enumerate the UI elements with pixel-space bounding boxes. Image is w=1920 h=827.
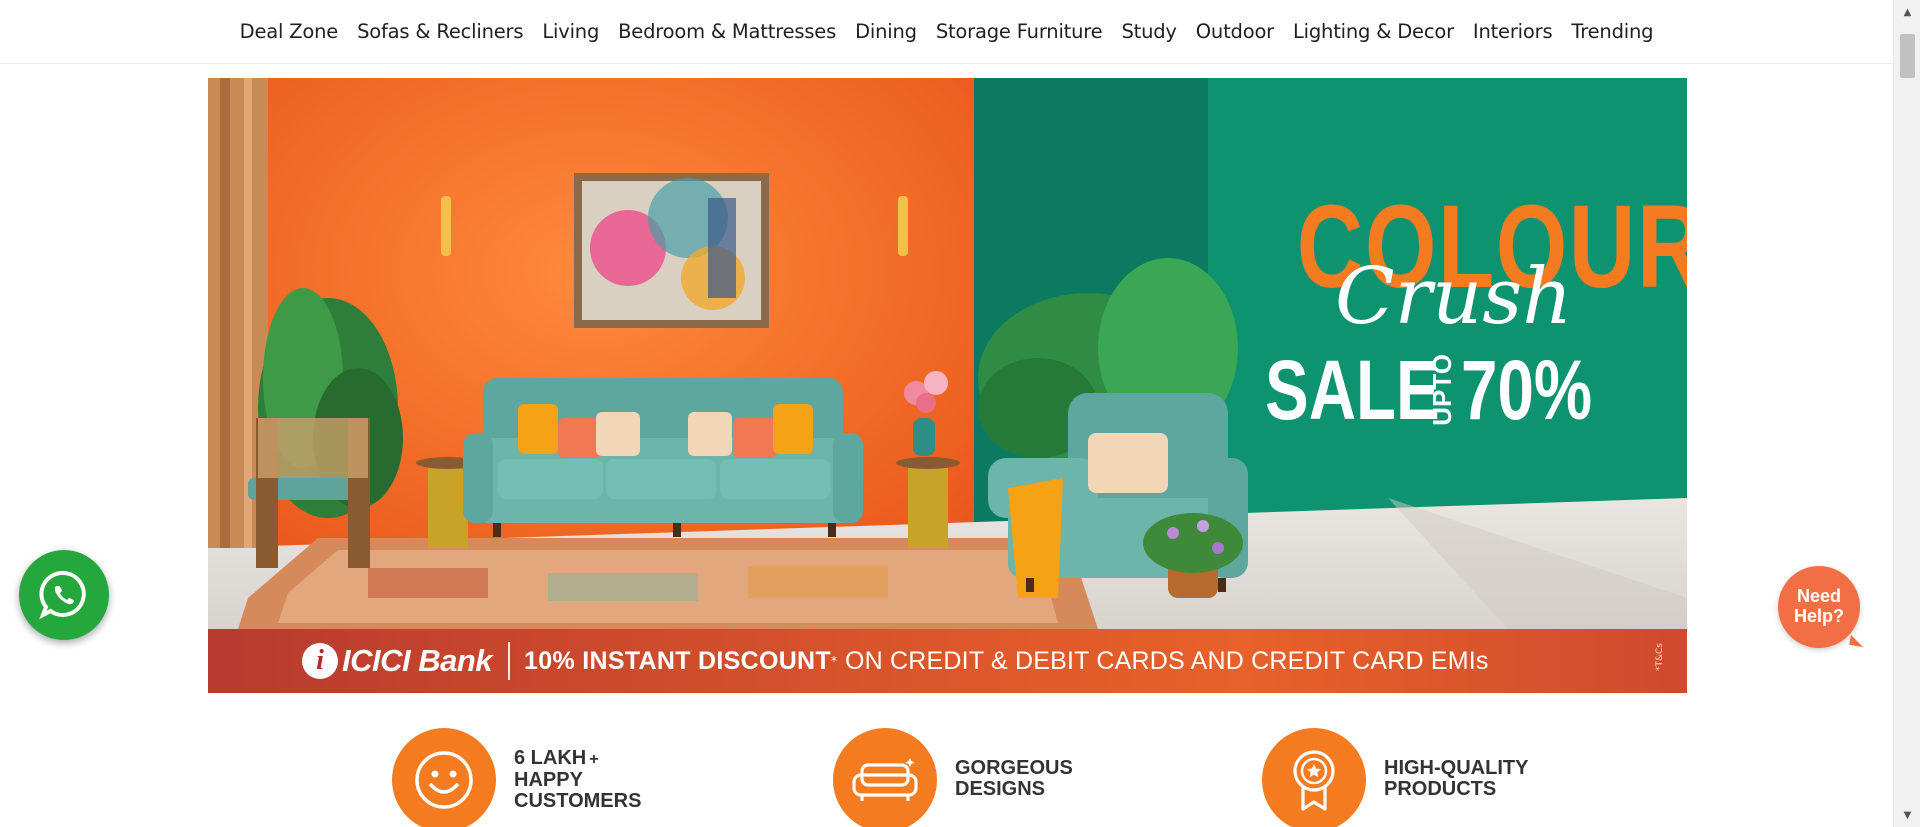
nav-item-bedroom-mattresses[interactable]: Bedroom & Mattresses [618, 20, 836, 43]
scroll-thumb[interactable] [1900, 34, 1915, 78]
offer-asterisk: * [830, 654, 837, 668]
usp-high-quality: HIGH-QUALITY PRODUCTS [1262, 728, 1528, 827]
usp-customers: CUSTOMERS [514, 790, 642, 812]
nav-item-storage-furniture[interactable]: Storage Furniture [936, 20, 1103, 43]
headline-sale: SALE [1265, 343, 1440, 437]
usp-high-quality-line: HIGH-QUALITY [1384, 757, 1529, 779]
sale-headline: COLOUR Crush SALE UPTO 70% [1255, 188, 1687, 432]
icici-mark-icon: i [302, 643, 338, 679]
page: Deal Zone Sofas & Recliners Living Bedro… [0, 0, 1920, 827]
icici-bank-logo: i ICICI Bank [302, 629, 493, 693]
terms-note: *T&Cs [1655, 643, 1665, 671]
smiley-icon [392, 728, 496, 827]
need-help-line2: Help? [1793, 606, 1844, 626]
nav-item-study[interactable]: Study [1121, 20, 1177, 43]
scroll-up-icon[interactable]: ▲ [1894, 2, 1920, 22]
page-scrollbar[interactable]: ▲ ▼ [1893, 0, 1920, 827]
need-help-line1: Need [1796, 586, 1841, 607]
nav-item-trending[interactable]: Trending [1571, 20, 1653, 43]
usp-plus: + [589, 751, 599, 768]
headline-crush: Crush [1335, 252, 1573, 342]
nav-item-outdoor[interactable]: Outdoor [1196, 20, 1274, 43]
headline-sale-row: SALE UPTO 70% [1265, 348, 1629, 432]
usp-happy-customers-text: 6 LAKH + HAPPY CUSTOMERS [514, 748, 641, 812]
whatsapp-button[interactable] [19, 550, 109, 640]
nav-item-dining[interactable]: Dining [855, 20, 917, 43]
usp-designs: DESIGNS [955, 778, 1046, 800]
usp-gorgeous-designs: GORGEOUS DESIGNS [833, 728, 1073, 827]
whatsapp-icon [39, 570, 86, 620]
sofa-icon [833, 728, 937, 827]
nav-item-deal-zone[interactable]: Deal Zone [240, 20, 339, 43]
headline-upto: UPTO [1427, 354, 1457, 426]
hero-banner[interactable]: COLOUR Crush SALE UPTO 70% i ICICI Bank … [208, 78, 1687, 693]
offer-divider [508, 642, 511, 680]
offer-discount: 10% INSTANT DISCOUNT [524, 646, 831, 675]
bank-offer-strip: i ICICI Bank 10% INSTANT DISCOUNT * ON C… [208, 629, 1687, 693]
nav-item-living[interactable]: Living [542, 20, 599, 43]
offer-details: ON CREDIT & DEBIT CARDS AND CREDIT CARD … [844, 646, 1489, 675]
nav-item-interiors[interactable]: Interiors [1473, 20, 1553, 43]
usp-gorgeous: GORGEOUS [955, 757, 1073, 779]
usp-high-quality-text: HIGH-QUALITY PRODUCTS [1384, 758, 1528, 800]
need-help-button[interactable]: Need Help? [1778, 566, 1860, 648]
usp-lakh: 6 LAKH [514, 747, 587, 769]
award-icon [1262, 728, 1366, 827]
nav-item-lighting-decor[interactable]: Lighting & Decor [1293, 20, 1454, 43]
headline-percent: 70% [1461, 343, 1593, 437]
nav-item-sofas-recliners[interactable]: Sofas & Recliners [357, 20, 523, 43]
top-navigation: Deal Zone Sofas & Recliners Living Bedro… [0, 0, 1893, 64]
usp-happy-customers: 6 LAKH + HAPPY CUSTOMERS [392, 728, 641, 827]
usp-products: PRODUCTS [1384, 778, 1497, 800]
usp-happy: HAPPY [514, 769, 583, 791]
bank-name: ICICI Bank [342, 643, 493, 678]
scroll-down-icon[interactable]: ▼ [1894, 805, 1920, 825]
usp-gorgeous-designs-text: GORGEOUS DESIGNS [955, 758, 1073, 800]
